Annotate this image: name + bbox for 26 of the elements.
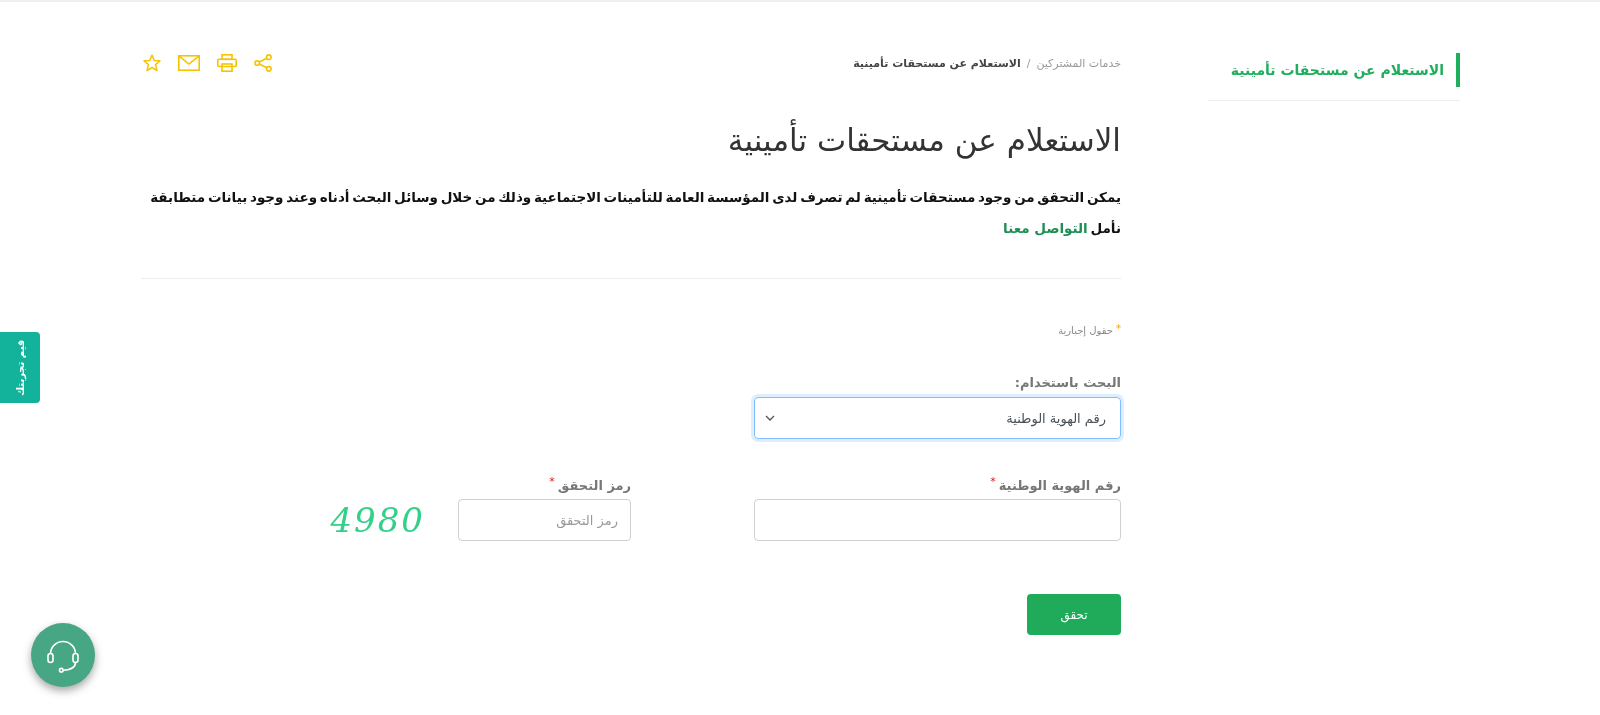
printer-icon[interactable] — [217, 54, 237, 72]
page-title: الاستعلام عن مستحقات تأمينية — [141, 120, 1121, 160]
sidebar-item[interactable]: الاستعلام عن مستحقات تأمينية — [1208, 53, 1460, 87]
search-by-select[interactable]: رقم الهوية الوطنية — [754, 397, 1121, 439]
breadcrumb-link[interactable]: خدمات المشتركين — [1036, 56, 1121, 70]
caret-icon — [765, 415, 775, 421]
required-mark: * — [1116, 323, 1121, 335]
breadcrumb-current-page: الاستعلام عن مستحقات تأمينية — [853, 56, 1021, 70]
breadcrumb-separator: / — [1026, 56, 1031, 70]
star-icon[interactable] — [143, 54, 161, 72]
captcha-code: 4980 — [330, 499, 425, 541]
mail-icon[interactable] — [178, 55, 200, 71]
contact-link[interactable]: التواصل معنا — [1003, 220, 1088, 236]
field-label: رقم الهوية الوطنية — [998, 477, 1121, 495]
field-label: البحث باستخدام: — [1014, 374, 1121, 393]
field-label: رمز التحقق — [557, 477, 631, 495]
feedback-tab[interactable]: قيم تجربتك — [0, 332, 40, 403]
share-icon[interactable] — [254, 54, 272, 72]
captcha-field[interactable]: رمز التحقق — [458, 499, 631, 541]
description-text: يمكن التحقق من وجود مستحقات تأمينية لم تصرف لدى المؤسسة العامة للتأمينات الاجتماعية وذلك من خلال وسائل البحث أدناه وعند وجود بيانات متطابقة نأمل التواصل معنا — [149, 188, 1121, 238]
support-button[interactable] — [31, 623, 95, 687]
id-number-field[interactable] — [754, 499, 1121, 541]
verify-button[interactable]: تحقق — [1027, 594, 1121, 635]
required-mark: * — [990, 476, 996, 488]
required-mark: * — [549, 476, 555, 488]
required-note: حقول إجبارية — [1058, 324, 1113, 339]
